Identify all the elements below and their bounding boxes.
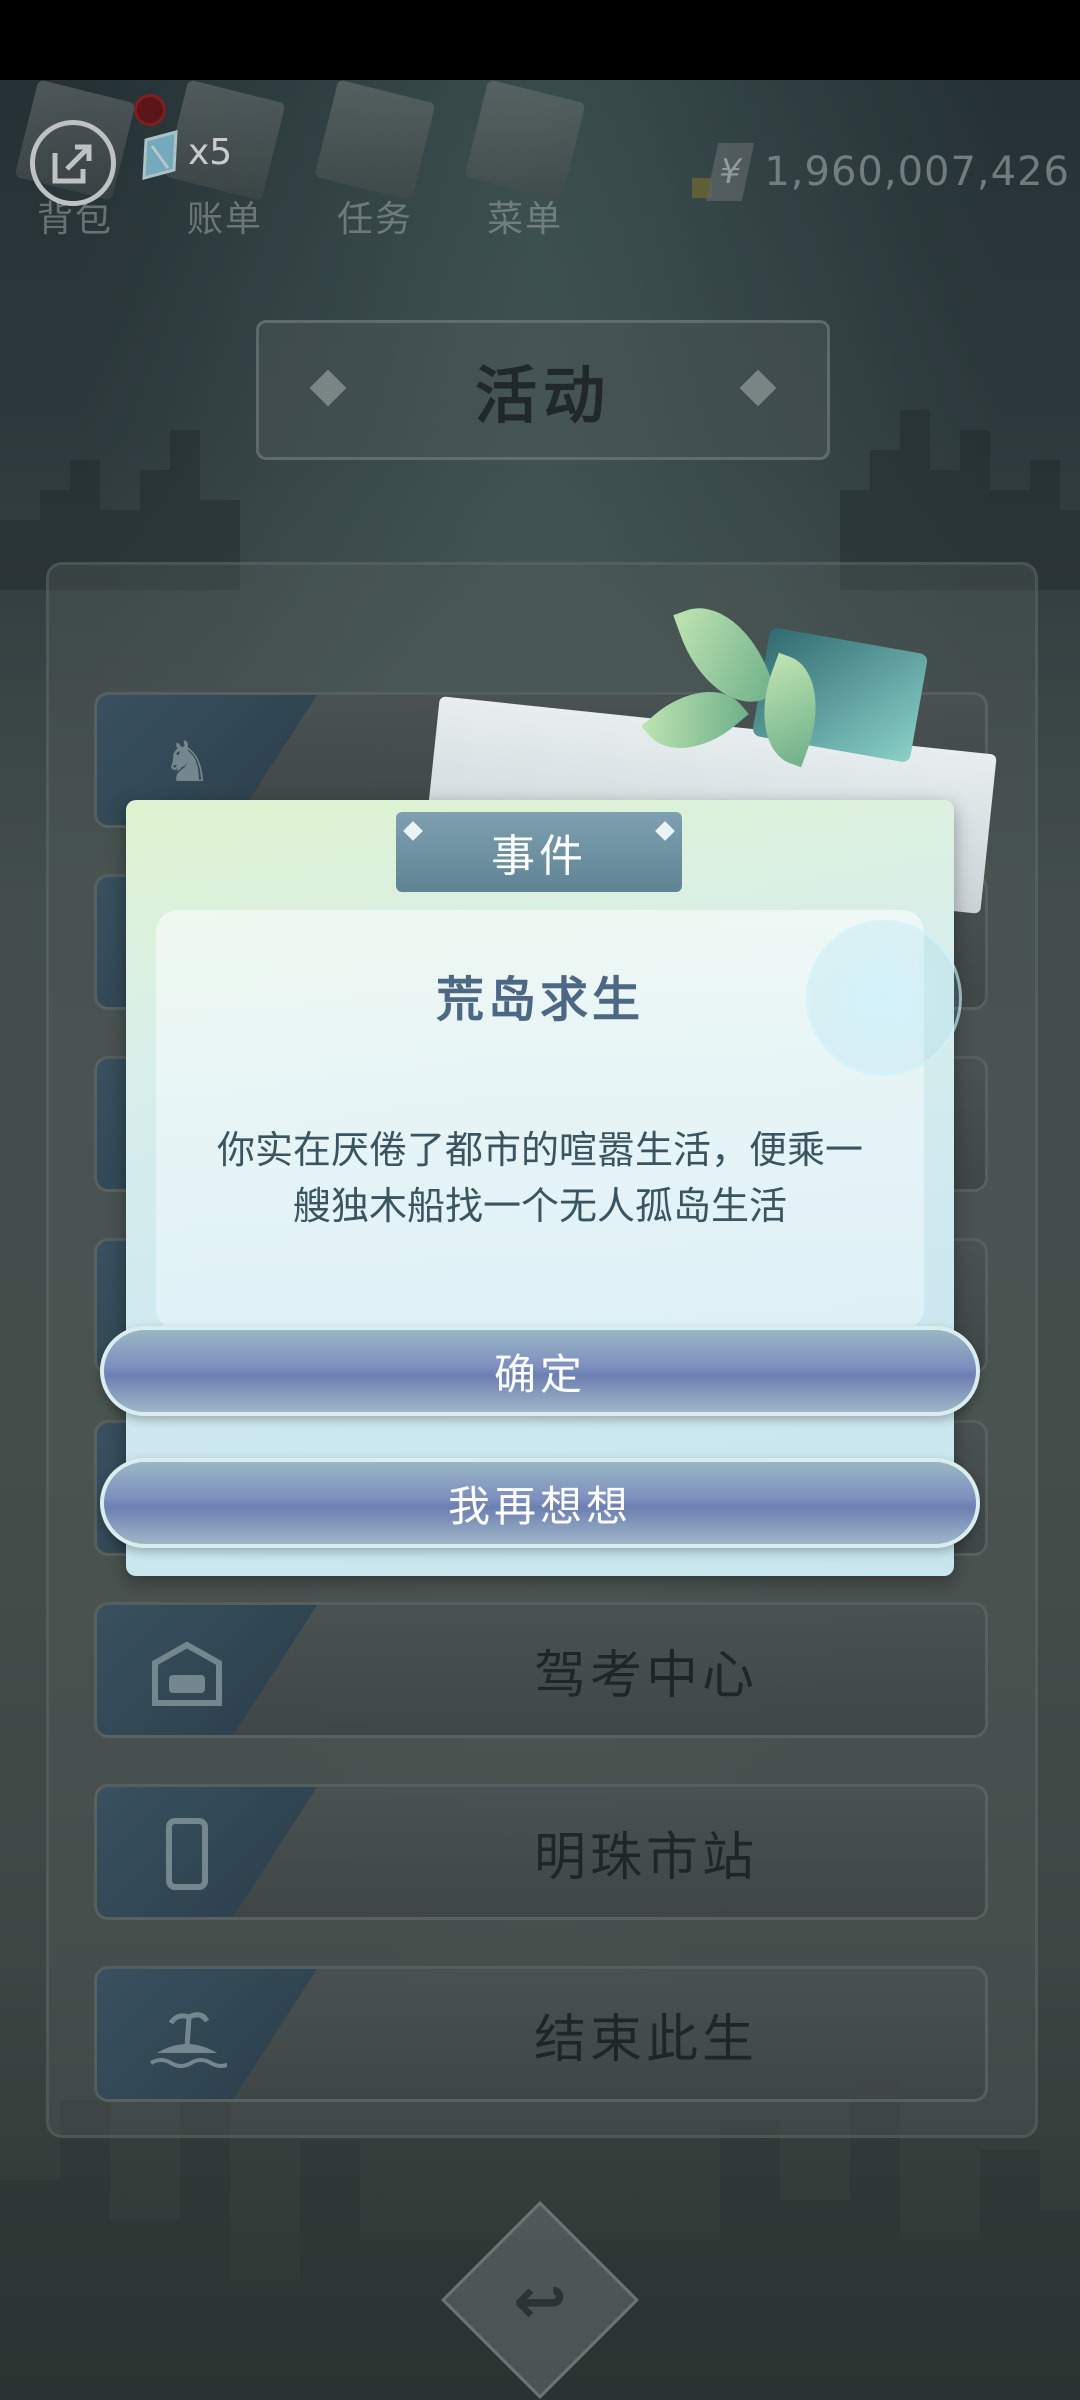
tab-diamond-right — [655, 821, 675, 841]
status-bar — [0, 0, 1080, 80]
dialog-tab: 事件 — [396, 812, 682, 892]
dialog-description: 你实在厌倦了都市的喧嚣生活，便乘一 艘独木船找一个无人孤岛生活 — [200, 1122, 880, 1234]
dialog-description-line1: 你实在厌倦了都市的喧嚣生活，便乘一 — [216, 1128, 863, 1172]
dialog-tab-label: 事件 — [491, 831, 587, 882]
tab-diamond-left — [403, 821, 423, 841]
dialog-description-line2: 艘独木船找一个无人孤岛生活 — [292, 1184, 787, 1228]
reconsider-button[interactable]: 我再想想 — [100, 1458, 980, 1548]
confirm-button[interactable]: 确定 — [100, 1326, 980, 1416]
dialog-title: 荒岛求生 — [435, 972, 644, 1028]
